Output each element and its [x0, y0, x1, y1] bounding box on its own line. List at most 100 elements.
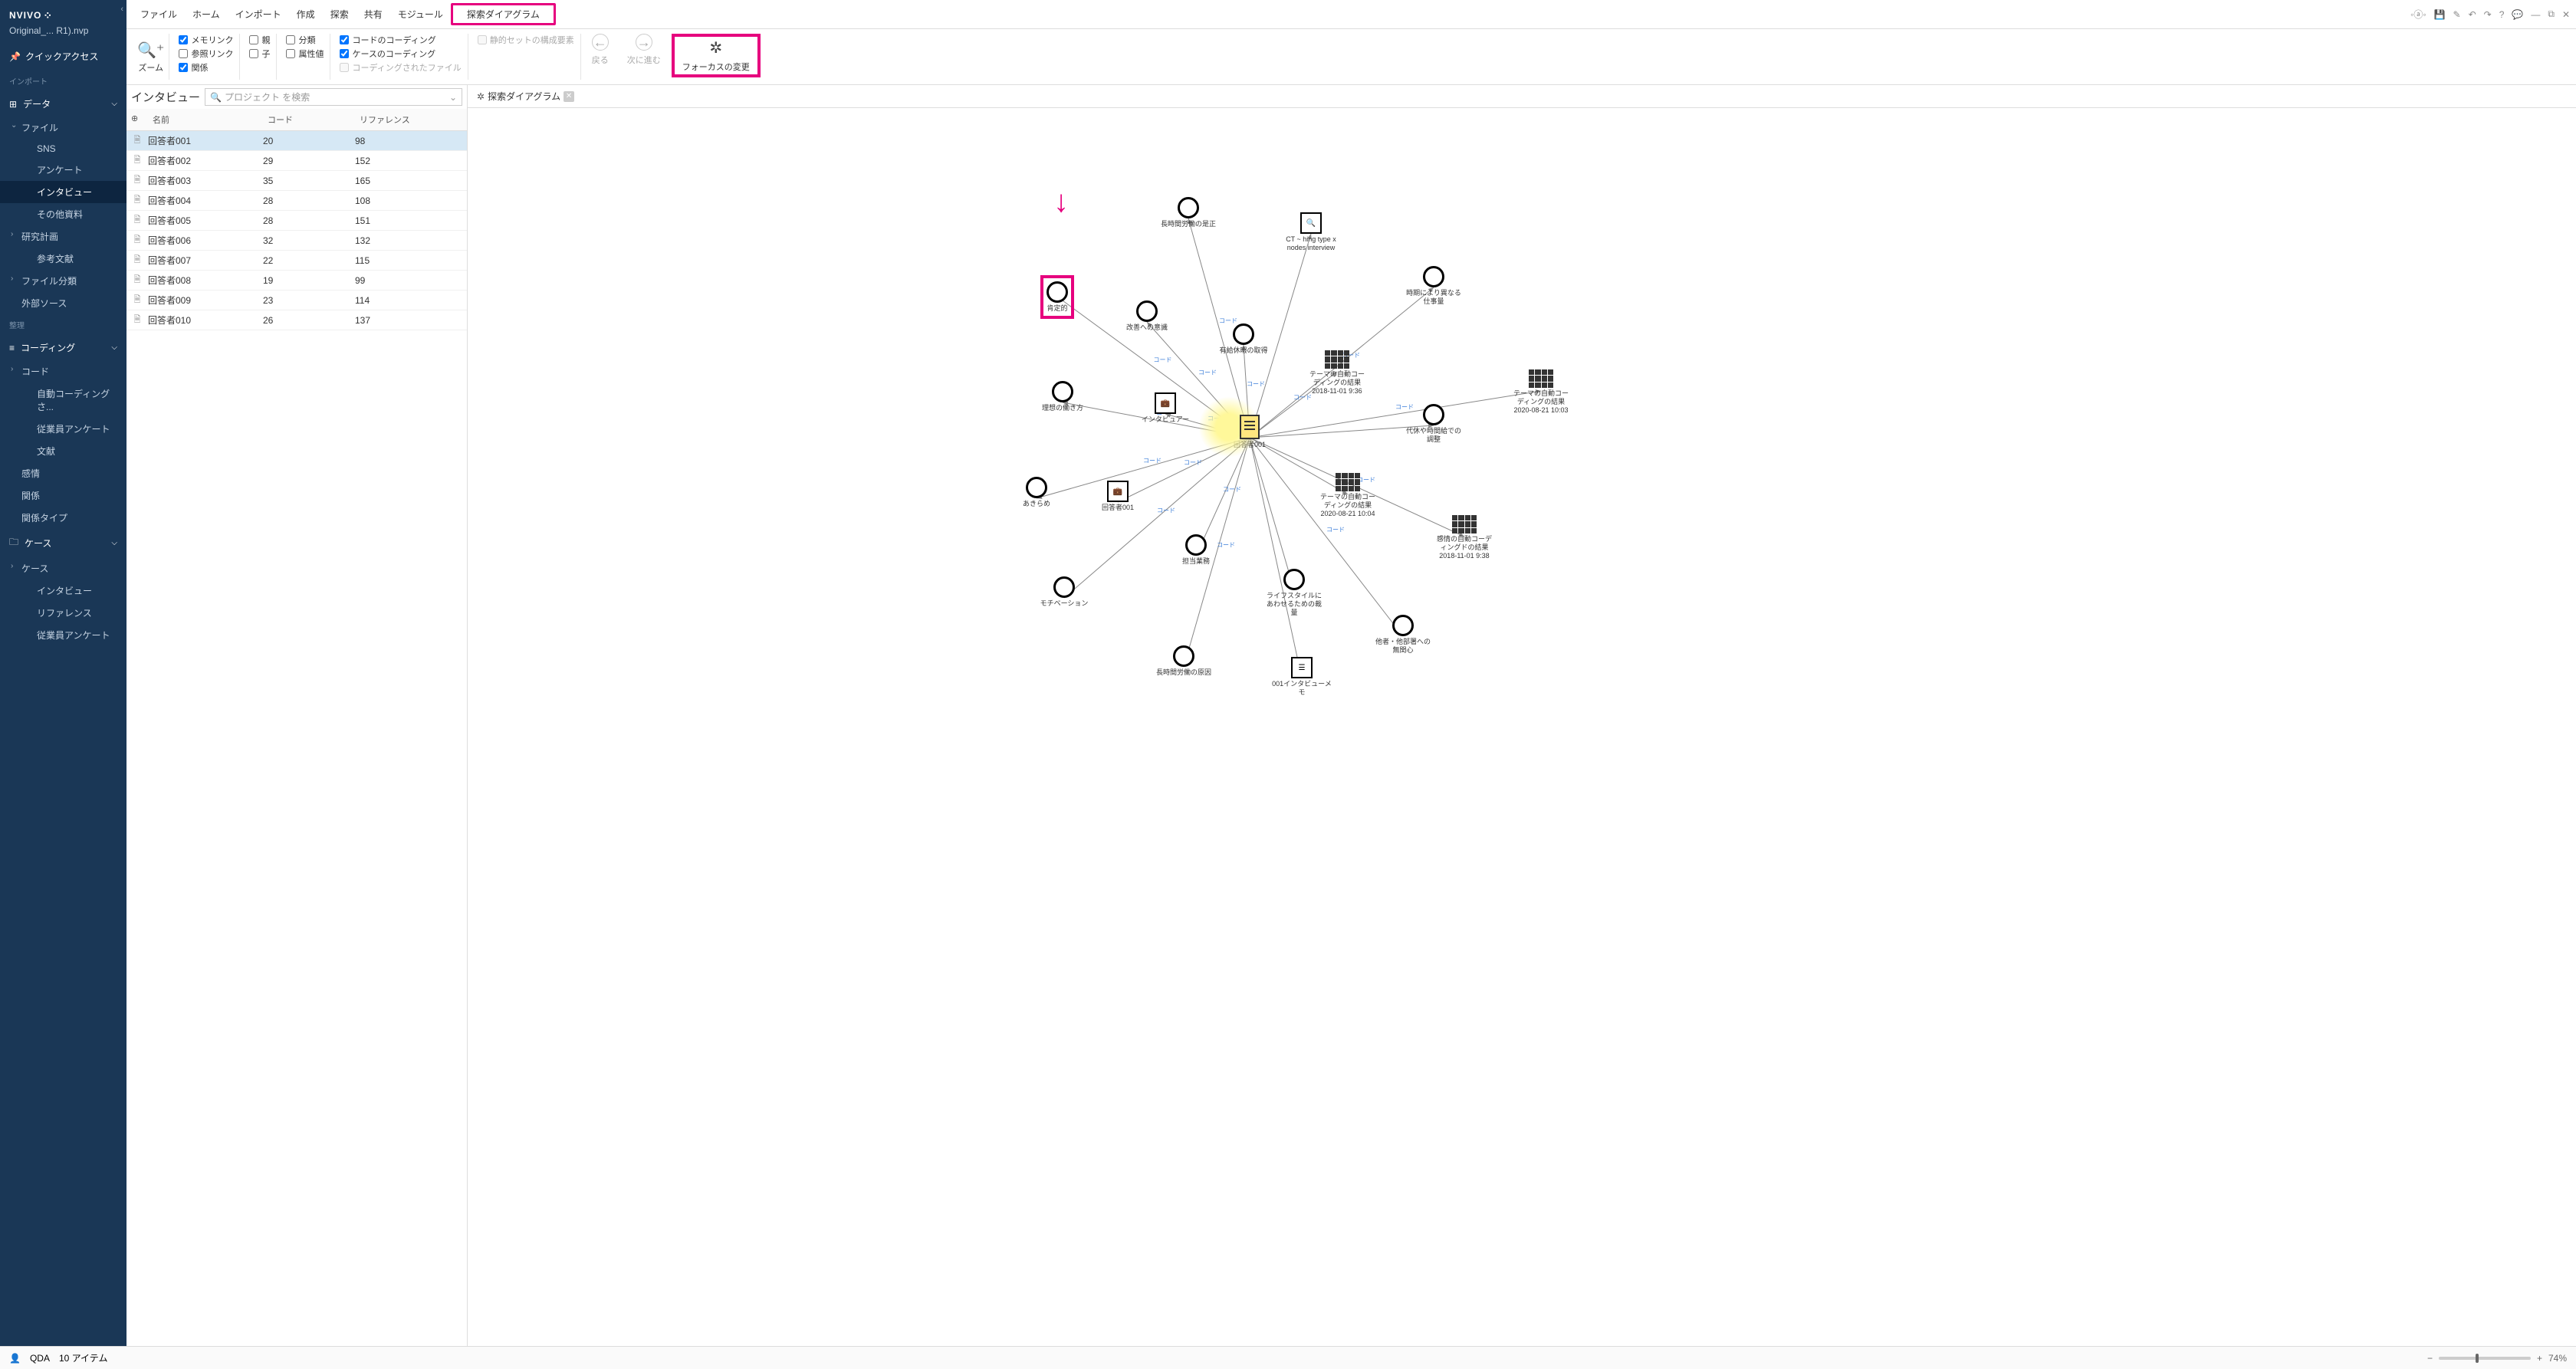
sidebar-item[interactable]: 関係タイプ — [0, 507, 127, 529]
table-row[interactable]: 🗎回答者00428108 — [127, 191, 467, 211]
sidebar-item[interactable]: インタビュー — [0, 181, 127, 203]
ribbon-checkbox[interactable]: 子 — [249, 48, 270, 60]
expand-column[interactable]: ⊕ — [127, 112, 148, 127]
diagram-node[interactable]: 時期により異なる仕事量 — [1403, 266, 1464, 306]
file-icon: 🗎 — [127, 313, 148, 327]
zoom-in[interactable]: + — [2537, 1353, 2542, 1364]
menu-item[interactable]: ホーム — [185, 5, 228, 24]
diagram-node[interactable]: 感情の自動コーディングドの結果2018-11-01 9:38 — [1434, 515, 1495, 560]
ribbon-change-focus[interactable]: ✲フォーカスの変更 — [672, 34, 761, 77]
diagram-node[interactable]: 理想の働き方 — [1032, 381, 1093, 412]
table-row[interactable]: 🗎回答者00632132 — [127, 231, 467, 251]
sidebar-collapse[interactable]: ‹ — [120, 5, 123, 14]
diagram-node[interactable]: 💼インタビュアー — [1135, 392, 1196, 424]
sidebar-item[interactable]: その他資料 — [0, 203, 127, 225]
table-row[interactable]: 🗎回答者00229152 — [127, 151, 467, 171]
diagram-node[interactable]: テーマの自動コーディングの結果2020-08-21 10:04 — [1317, 473, 1378, 517]
diagram-canvas[interactable]: コードコードコードコードコードコードコードコードコードコードコードコードコードコ… — [468, 108, 2576, 1346]
table-row[interactable]: 🗎回答者00722115 — [127, 251, 467, 271]
table-row[interactable]: 🗎回答者0012098 — [127, 131, 467, 151]
sidebar-item[interactable]: 関係 — [0, 484, 127, 507]
help-icon[interactable]: ? — [2499, 9, 2505, 20]
section-data[interactable]: ⊞データ⌵ — [0, 91, 127, 117]
sidebar-item[interactable]: 参考文献 — [0, 248, 127, 270]
diagram-node[interactable]: 長時間労働の原因 — [1153, 645, 1214, 677]
menu-item[interactable]: 共有 — [356, 5, 390, 24]
sidebar-item[interactable]: 従業員アンケート — [0, 418, 127, 440]
chat-icon[interactable]: 💬 — [2512, 9, 2523, 20]
sidebar-item[interactable]: インタビュー — [0, 579, 127, 602]
section-case[interactable]: 🗀ケース⌵ — [0, 529, 127, 557]
diagram-node[interactable]: テーマの自動コーディングの結果2020-08-21 10:03 — [1510, 369, 1572, 414]
search-input[interactable]: 🔍プロジェクト を検索⌄ — [205, 88, 462, 106]
col-code[interactable]: コード — [263, 112, 355, 127]
ribbon-checkbox[interactable]: ケースのコーディング — [340, 48, 461, 60]
col-ref[interactable]: リファレンス — [355, 112, 467, 127]
table-row[interactable]: 🗎回答者00923114 — [127, 291, 467, 310]
sidebar-item[interactable]: リファレンス — [0, 602, 127, 624]
ribbon-checkbox[interactable]: 参照リンク — [179, 48, 233, 60]
diagram-node[interactable]: 代休や時間給での調整 — [1403, 404, 1464, 444]
menu-item[interactable]: 探索 — [323, 5, 356, 24]
diagram-node[interactable]: 他者・他部署への無関心 — [1372, 615, 1434, 655]
diagram-node[interactable]: ライフスタイルにあわせるための裁量 — [1263, 569, 1325, 616]
maximize-icon[interactable]: ⧉ — [2548, 8, 2555, 20]
redo-icon[interactable]: ↷ — [2484, 9, 2492, 20]
undo-icon[interactable]: ↶ — [2469, 9, 2476, 20]
diagram-node[interactable]: 🔍CT ~ hing type x nodes interview — [1280, 212, 1342, 252]
diagram-node[interactable]: 改善への意識 — [1116, 300, 1178, 332]
diagram-node[interactable]: 長時間労働の是正 — [1158, 197, 1219, 228]
close-icon[interactable]: ✕ — [2562, 9, 2570, 20]
menu-explore-diagram[interactable]: 探索ダイアグラム — [451, 3, 556, 25]
sidebar-item[interactable]: 文献 — [0, 440, 127, 462]
tab-close[interactable]: ✕ — [564, 91, 574, 102]
sidebar-item[interactable]: ›ケース — [0, 557, 127, 579]
ribbon-checkbox[interactable]: 属性値 — [286, 48, 324, 60]
zoom-slider[interactable] — [2439, 1357, 2531, 1360]
sidebar-item[interactable]: SNS — [0, 139, 127, 159]
table-row[interactable]: 🗎回答者01026137 — [127, 310, 467, 330]
tab-explore-diagram[interactable]: ✲ 探索ダイアグラム ✕ — [472, 88, 579, 104]
diagram-node[interactable]: 肯定的 — [1027, 275, 1088, 319]
diagram-node[interactable]: 💼回答者001 — [1087, 481, 1148, 512]
sidebar-item[interactable]: アンケート — [0, 159, 127, 181]
sidebar-item[interactable]: ›コード — [0, 360, 127, 382]
sidebar-item[interactable]: 自動コーディングさ... — [0, 382, 127, 418]
diagram-node[interactable]: 担当業務 — [1165, 534, 1227, 566]
ribbon-checkbox[interactable]: 関係 — [179, 61, 233, 74]
ribbon-checkbox[interactable]: 親 — [249, 34, 270, 46]
sidebar-item[interactable]: 外部ソース — [0, 292, 127, 314]
ribbon-checkbox[interactable]: 分類 — [286, 34, 324, 46]
table-row[interactable]: 🗎回答者00335165 — [127, 171, 467, 191]
quick-access[interactable]: クイックアクセス — [0, 42, 127, 71]
diagram-center-node[interactable]: 回答者001 — [1219, 415, 1280, 449]
menu-item[interactable]: インポート — [228, 5, 289, 24]
table-row[interactable]: 🗎回答者0081999 — [127, 271, 467, 291]
minimize-icon[interactable]: — — [2531, 9, 2540, 20]
diagram-node[interactable]: モチベーション — [1033, 576, 1095, 608]
menu-item[interactable]: ファイル — [133, 5, 185, 24]
ribbon-checkbox[interactable]: メモリンク — [179, 34, 233, 46]
diagram-node[interactable]: ☰001インタビューメモ — [1271, 657, 1332, 697]
edit-icon[interactable]: ✎ — [2453, 9, 2461, 20]
ribbon-back[interactable]: ←戻る — [584, 34, 616, 66]
zoom-out[interactable]: − — [2427, 1353, 2433, 1364]
table-row[interactable]: 🗎回答者00528151 — [127, 211, 467, 231]
diagram-node[interactable]: あきらめ — [1006, 477, 1067, 508]
ribbon-checkbox[interactable]: コードのコーディング — [340, 34, 461, 46]
sidebar-item[interactable]: ⌄ファイル — [0, 117, 127, 139]
sidebar-item[interactable]: ›ファイル分類 — [0, 270, 127, 292]
sidebar-item[interactable]: 従業員アンケート — [0, 624, 127, 646]
col-name[interactable]: 名前 — [148, 112, 263, 127]
diagram-node[interactable]: 有給休暇の取得 — [1213, 323, 1274, 355]
sidebar-item[interactable]: 感情 — [0, 462, 127, 484]
ribbon-zoom[interactable]: 🔍⁺ ズーム — [133, 34, 169, 80]
section-coding[interactable]: ≡コーディング⌵ — [0, 335, 127, 360]
sidebar-item[interactable]: ›研究計画 — [0, 225, 127, 248]
diagram-node[interactable]: テーマの自動コーディングの結果2018-11-01 9:36 — [1306, 350, 1368, 395]
user-icon[interactable]: ◦ⓐ◦ — [2410, 8, 2426, 21]
save-icon[interactable]: 💾 — [2434, 9, 2446, 20]
ribbon-forward[interactable]: →次に進む — [619, 34, 669, 66]
menu-item[interactable]: 作成 — [289, 5, 323, 24]
menu-item[interactable]: モジュール — [390, 5, 451, 24]
